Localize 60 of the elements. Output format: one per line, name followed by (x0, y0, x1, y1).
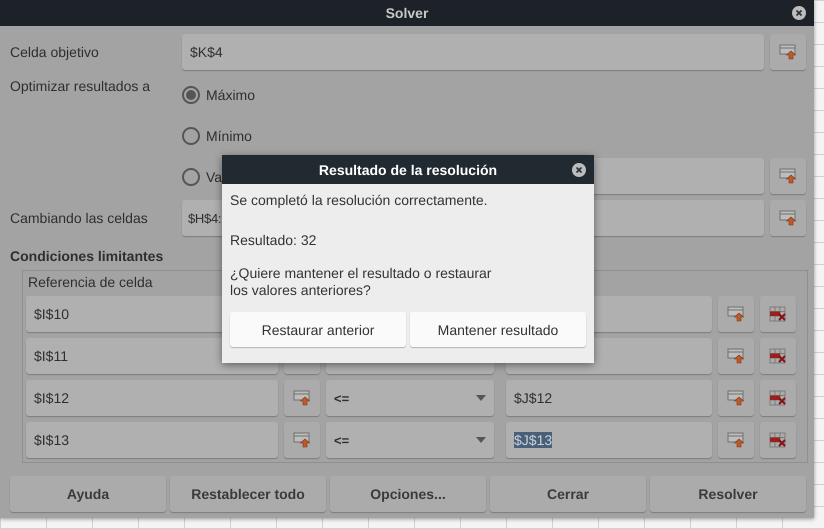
close-icon[interactable] (572, 163, 586, 177)
delete-button[interactable] (760, 296, 796, 332)
shrink-icon (779, 210, 797, 226)
result-text: Resultado: 32 (230, 232, 318, 248)
shrink-button[interactable] (718, 380, 754, 416)
dialog-button[interactable]: Opciones... (330, 476, 486, 512)
question-text: ¿Quiere mantener el resultado o restaurar los valores anteriores? (230, 265, 492, 299)
delete-row-icon (769, 306, 787, 322)
shrink-icon (727, 390, 745, 406)
delete-row-icon (769, 348, 787, 364)
delete-button[interactable] (760, 380, 796, 416)
delete-row-icon (769, 432, 787, 448)
shrink-icon (727, 306, 745, 322)
input-field[interactable]: $K$4 (182, 34, 764, 70)
caret-icon (476, 437, 486, 443)
operator-dropdown[interactable]: <= (326, 380, 494, 416)
shrink-button[interactable] (284, 422, 320, 458)
column-heading: Referencia de celda (28, 274, 153, 290)
radio-label: Máximo (206, 86, 256, 102)
delete-button[interactable] (760, 338, 796, 374)
section-heading: Condiciones limitantes (10, 248, 164, 264)
radio-label: Mínimo (206, 128, 252, 144)
operator-dropdown[interactable]: <= (326, 422, 494, 458)
shrink-button[interactable] (718, 422, 754, 458)
delete-row-icon (769, 390, 787, 406)
input-field[interactable]: $I$12 (26, 380, 278, 416)
radio-label: Va (206, 168, 222, 184)
close-icon[interactable] (792, 6, 806, 20)
dialog-button[interactable]: Ayuda (10, 476, 166, 512)
shrink-icon (293, 432, 311, 448)
shrink-button[interactable] (770, 34, 806, 70)
shrink-button[interactable] (770, 200, 806, 236)
shrink-button[interactable] (718, 296, 754, 332)
radio-button[interactable] (182, 86, 200, 104)
caret-icon (476, 395, 486, 401)
dialog-button[interactable]: Cerrar (490, 476, 646, 512)
radio-button[interactable] (182, 168, 200, 186)
delete-button[interactable] (760, 422, 796, 458)
input-field[interactable]: $J$12 (506, 380, 712, 416)
dialog-title: Resultado de la resolución (318, 162, 498, 178)
dialog-button[interactable]: Restaurar anterior (230, 312, 406, 347)
shrink-icon (779, 44, 797, 60)
dialog-button[interactable]: Resolver (650, 476, 806, 512)
input-field[interactable]: $J$13 (506, 422, 712, 458)
field-label: Celda objetivo (10, 44, 100, 60)
message-text: Se completó la resolución correctamente. (230, 192, 489, 208)
shrink-icon (727, 432, 745, 448)
shrink-icon (779, 168, 797, 184)
shrink-button[interactable] (718, 338, 754, 374)
input-field[interactable]: $I$13 (26, 422, 278, 458)
shrink-button[interactable] (284, 380, 320, 416)
shrink-button[interactable] (770, 158, 806, 194)
field-label: Cambiando las celdas (10, 210, 149, 226)
dialog-button[interactable]: Restablecer todo (170, 476, 326, 512)
window-title: Solver (386, 5, 428, 21)
shrink-icon (293, 390, 311, 406)
shrink-icon (727, 348, 745, 364)
field-label: Optimizar resultados a (10, 78, 152, 94)
dialog-button[interactable]: Mantener resultado (410, 312, 586, 347)
radio-button[interactable] (182, 126, 200, 144)
